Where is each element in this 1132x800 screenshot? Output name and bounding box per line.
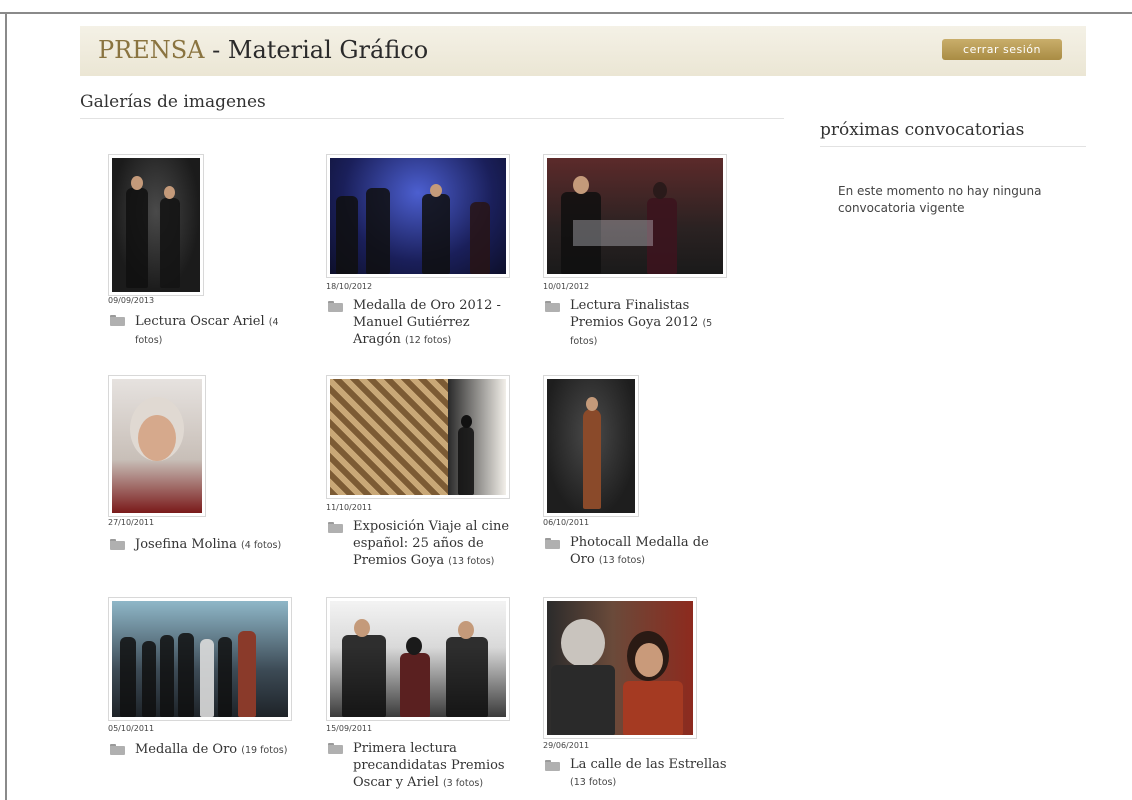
gallery-thumbnail[interactable]: [543, 597, 697, 739]
galleries-heading: Galerías de imagenes: [80, 92, 266, 112]
galleries-divider: [80, 118, 784, 119]
photo-count: (4 fotos): [241, 540, 282, 551]
gallery-date: 27/10/2011: [108, 518, 155, 527]
gallery-title-link[interactable]: Exposición Viaje al cine español: 25 año…: [353, 518, 513, 570]
sidebar-heading: próximas convocatorias: [820, 120, 1025, 140]
gallery-thumbnail[interactable]: [108, 375, 206, 517]
gallery-title: La calle de las Estrellas: [570, 757, 727, 772]
gallery-title-link[interactable]: Photocall Medalla de Oro (13 fotos): [570, 534, 730, 569]
gallery-title-link[interactable]: Primera lectura precandidatas Premios Os…: [353, 740, 513, 792]
photo-count: (13 fotos): [448, 556, 495, 567]
gallery-thumbnail[interactable]: [108, 154, 204, 296]
gallery-title: Lectura Oscar Ariel: [135, 314, 265, 329]
folder-icon: [545, 301, 560, 312]
photo-count: (12 fotos): [405, 335, 452, 346]
gallery-date: 06/10/2011: [543, 518, 590, 527]
page-subtitle: - Material Gráfico: [204, 36, 429, 64]
folder-icon: [110, 539, 125, 550]
gallery-title: Josefina Molina: [135, 537, 237, 552]
page-header: PRENSA - Material Gráfico cerrar sesión: [80, 26, 1086, 76]
folder-icon: [328, 301, 343, 312]
gallery-photo: [330, 379, 506, 495]
folder-icon: [328, 743, 343, 754]
gallery-title-link[interactable]: Josefina Molina (4 fotos): [135, 536, 315, 554]
gallery-thumbnail[interactable]: [326, 597, 510, 721]
gallery-title-link[interactable]: La calle de las Estrellas (13 fotos): [570, 756, 740, 791]
gallery-photo: [112, 158, 200, 292]
page-title: PRENSA - Material Gráfico: [98, 36, 428, 64]
gallery-date: 29/06/2011: [543, 741, 590, 750]
gallery-photo: [547, 601, 693, 735]
gallery-photo: [112, 601, 288, 717]
gallery-date: 15/09/2011: [326, 724, 373, 733]
folder-icon: [328, 522, 343, 533]
gallery-title-link[interactable]: Medalla de Oro 2012 - Manuel Gutiérrez A…: [353, 297, 513, 349]
brand-name: PRENSA: [98, 36, 205, 64]
sidebar-divider: [820, 146, 1086, 147]
gallery-date: 10/01/2012: [543, 282, 590, 291]
gallery-thumbnail[interactable]: [108, 597, 292, 721]
gallery-thumbnail[interactable]: [543, 154, 727, 278]
gallery-date: 09/09/2013: [108, 296, 155, 305]
gallery-title-link[interactable]: Lectura Oscar Ariel (4 fotos): [135, 313, 295, 349]
folder-icon: [110, 315, 125, 326]
gallery-thumbnail[interactable]: [326, 375, 510, 499]
sidebar-message: En este momento no hay ninguna convocato…: [838, 184, 1042, 215]
window-frame-top: [0, 12, 1132, 14]
gallery-thumbnail[interactable]: [543, 375, 639, 517]
logout-button[interactable]: cerrar sesión: [942, 39, 1062, 60]
gallery-title: Medalla de Oro: [135, 742, 238, 757]
gallery-photo: [112, 379, 202, 513]
folder-icon: [545, 538, 560, 549]
photo-count: (13 fotos): [570, 777, 617, 788]
gallery-photo: [547, 158, 723, 274]
folder-icon: [545, 760, 560, 771]
folder-icon: [110, 744, 125, 755]
gallery-date: 18/10/2012: [326, 282, 373, 291]
gallery-photo: [330, 601, 506, 717]
gallery-thumbnail[interactable]: [326, 154, 510, 278]
photo-count: (3 fotos): [442, 778, 484, 789]
gallery-date: 05/10/2011: [108, 724, 155, 733]
photo-count: (19 fotos): [241, 745, 288, 756]
gallery-title-link[interactable]: Medalla de Oro (19 fotos): [135, 741, 315, 759]
gallery-date: 11/10/2011: [326, 503, 373, 512]
window-frame-left: [5, 12, 7, 800]
gallery-title-link[interactable]: Lectura Finalistas Premios Goya 2012 (5 …: [570, 297, 730, 350]
gallery-title: Lectura Finalistas Premios Goya 2012: [570, 298, 699, 330]
gallery-photo: [330, 158, 506, 274]
gallery-photo: [547, 379, 635, 513]
photo-count: (13 fotos): [598, 555, 646, 566]
